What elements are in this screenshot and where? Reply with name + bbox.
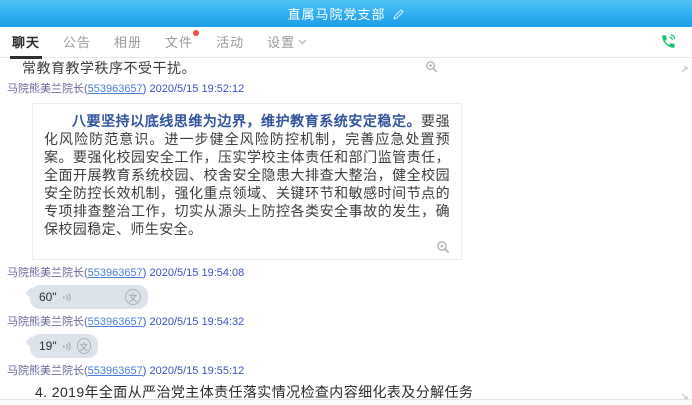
sender-name: 马院熊美兰院长 xyxy=(7,365,84,377)
tab-settings[interactable]: 设置 xyxy=(265,26,309,58)
message-time: 2020/5/15 19:54:08 xyxy=(149,267,244,279)
paren-close: ) xyxy=(143,316,147,328)
magnifier-plus-icon[interactable] xyxy=(425,60,438,73)
sender-qq-link[interactable]: 553963657 xyxy=(88,365,143,377)
sender-name: 马院熊美兰院长 xyxy=(7,316,84,328)
message-time: 2020/5/15 19:55:12 xyxy=(149,365,244,377)
voice-message-bubble[interactable]: 60" 文 xyxy=(30,285,148,309)
magnifier-plus-icon[interactable] xyxy=(436,240,450,254)
unread-dot xyxy=(193,30,199,36)
chevron-down-icon xyxy=(298,33,307,48)
message-time: 2020/5/15 19:52:12 xyxy=(149,83,244,95)
tab-activities[interactable]: 活动 xyxy=(214,26,246,58)
message-header: 马院熊美兰院长(553963657) 2020/5/15 19:54:32 xyxy=(7,316,692,329)
voice-duration: 19" xyxy=(39,339,57,353)
message-lead: 八要坚持以底线思维为边界，维护教育系统安定稳定。 xyxy=(72,113,421,129)
voice-duration: 60" xyxy=(39,290,57,304)
tab-announcement[interactable]: 公告 xyxy=(61,26,93,58)
tab-chat[interactable]: 聊天 xyxy=(10,26,42,58)
chat-history-panel[interactable]: 常教育教学秩序不受干扰。 马院熊美兰院长(553963657) 2020/5/1… xyxy=(0,58,692,399)
tab-bar: 聊天 公告 相册 文件 活动 设置 xyxy=(0,27,692,58)
sender-name: 马院熊美兰院长 xyxy=(7,267,84,279)
tab-activities-label: 活动 xyxy=(216,35,244,50)
paren-close: ) xyxy=(143,365,147,377)
tab-chat-label: 聊天 xyxy=(12,35,40,50)
message-card: 八要坚持以底线思维为边界，维护教育系统安定稳定。要强化风险防范意识。进一步健全风… xyxy=(32,103,462,260)
tab-album[interactable]: 相册 xyxy=(112,26,144,58)
phone-call-icon xyxy=(658,32,678,52)
voice-volume-icon xyxy=(62,341,73,352)
chat-window: 直属马院党支部 聊天 公告 相册 文件 活动 设置 常教育教学秩序不受干扰。 xyxy=(0,0,692,405)
sender-qq-link[interactable]: 553963657 xyxy=(88,83,143,95)
partial-message-text: 常教育教学秩序不受干扰。 xyxy=(22,60,196,76)
window-titlebar: 直属马院党支部 xyxy=(0,0,692,27)
sender-qq-link[interactable]: 553963657 xyxy=(88,316,143,328)
voice-volume-icon xyxy=(62,292,73,303)
voice-to-text-icon[interactable]: 文 xyxy=(77,338,91,354)
message-text: 八要坚持以底线思维为边界，维护教育系统安定稳定。要强化风险防范意识。进一步健全风… xyxy=(44,112,450,238)
text-message: 4. 2019年全面从严治党主体责任落实情况检查内容细化表及分解任务 xyxy=(35,384,692,399)
tab-settings-label: 设置 xyxy=(267,35,295,50)
page-title: 直属马院党支部 xyxy=(287,4,385,23)
sender-qq-link[interactable]: 553963657 xyxy=(88,267,143,279)
bottom-divider xyxy=(0,399,692,405)
tab-files-label: 文件 xyxy=(165,35,193,50)
voice-message-bubble[interactable]: 19" 文 xyxy=(30,334,98,358)
message-time: 2020/5/15 19:54:32 xyxy=(149,316,244,328)
tab-files[interactable]: 文件 xyxy=(163,26,195,58)
message-header: 马院熊美兰院长(553963657) 2020/5/15 19:52:12 xyxy=(7,83,692,96)
tab-album-label: 相册 xyxy=(114,35,142,50)
voice-to-text-icon[interactable]: 文 xyxy=(125,289,141,305)
sender-name: 马院熊美兰院长 xyxy=(7,83,84,95)
message-body: 要强化风险防范意识。进一步健全风险防控机制，完善应急处置预案。要强化校园安全工作… xyxy=(44,113,450,237)
paren-close: ) xyxy=(143,83,147,95)
voice-call-button[interactable] xyxy=(658,32,678,52)
message-header: 马院熊美兰院长(553963657) 2020/5/15 19:55:12 xyxy=(7,365,692,378)
scroll-up-corner-icon[interactable] xyxy=(680,61,689,79)
tab-announcement-label: 公告 xyxy=(63,35,91,50)
message-header: 马院熊美兰院长(553963657) 2020/5/15 19:54:08 xyxy=(7,267,692,280)
paren-close: ) xyxy=(143,267,147,279)
partial-message-row: 常教育教学秩序不受干扰。 xyxy=(22,60,438,76)
edit-group-name-icon[interactable] xyxy=(392,8,405,21)
